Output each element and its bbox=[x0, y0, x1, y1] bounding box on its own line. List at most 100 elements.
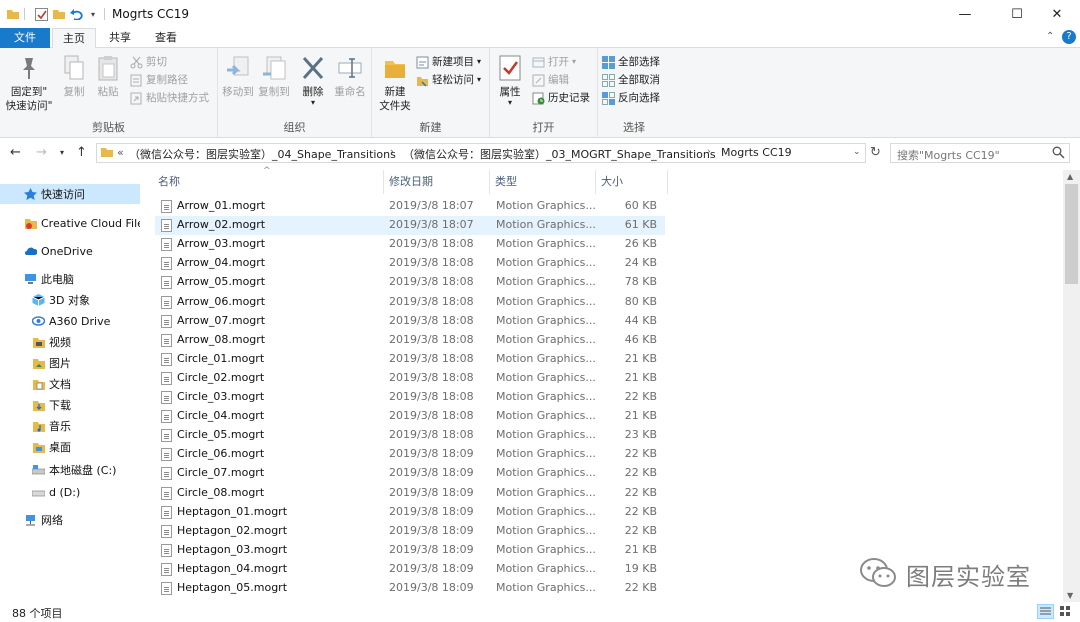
new-folder-button[interactable]: 新建 文件夹 bbox=[376, 54, 414, 113]
group-select: 全部选择 全部取消 反向选择 选择 bbox=[598, 48, 670, 138]
file-row[interactable]: Circle_05.mogrt 2019/3/8 18:08 Motion Grap… bbox=[155, 426, 665, 445]
copy-button[interactable]: 复制 bbox=[58, 54, 90, 99]
file-name: Circle_02.mogrt bbox=[177, 370, 265, 384]
refresh-icon[interactable]: ↻ bbox=[870, 145, 881, 160]
pin-quick-access-button[interactable]: 固定到" 快速访问" bbox=[4, 54, 54, 113]
nav-desktop[interactable]: 桌面 bbox=[0, 437, 140, 457]
file-row[interactable]: Circle_04.mogrt 2019/3/8 18:08 Motion Grap… bbox=[155, 407, 665, 426]
column-header-size[interactable]: 大小 bbox=[601, 173, 623, 189]
file-row[interactable]: Circle_03.mogrt 2019/3/8 18:08 Motion Grap… bbox=[155, 388, 665, 407]
tab-view[interactable]: 查看 bbox=[144, 28, 188, 48]
address-bar[interactable]: « （微信公众号：图层实验室）_04_Shape_Transitions › （… bbox=[96, 143, 866, 163]
rename-button[interactable]: 重命名 bbox=[332, 54, 368, 99]
tab-file[interactable]: 文件 bbox=[0, 28, 50, 48]
select-none-button[interactable]: 全部取消 bbox=[602, 72, 660, 88]
file-row[interactable]: Heptagon_03.mogrt 2019/3/8 18:09 Motion Gr… bbox=[155, 541, 665, 560]
vertical-scrollbar[interactable]: ▲ ▼ bbox=[1063, 170, 1080, 602]
easy-access-button[interactable]: 轻松访问 ▾ bbox=[416, 72, 481, 88]
nav-a360-drive[interactable]: A360 Drive bbox=[0, 311, 140, 331]
tab-home[interactable]: 主页 bbox=[52, 28, 96, 49]
details-view-icon[interactable] bbox=[1037, 604, 1054, 619]
paste-shortcut-button[interactable]: 粘贴快捷方式 bbox=[130, 90, 209, 106]
delete-button[interactable]: 删除 ▾ bbox=[298, 54, 328, 107]
scrollbar-thumb[interactable] bbox=[1065, 184, 1078, 284]
file-row[interactable]: Heptagon_04.mogrt 2019/3/8 18:09 Motion Gr… bbox=[155, 560, 665, 579]
tab-share[interactable]: 共享 bbox=[98, 28, 142, 48]
file-row[interactable]: Circle_02.mogrt 2019/3/8 18:08 Motion Grap… bbox=[155, 369, 665, 388]
breadcrumb-current[interactable]: Mogrts CC19 bbox=[721, 146, 792, 159]
file-row[interactable]: Arrow_05.mogrt 2019/3/8 18:08 Motion Graph… bbox=[155, 273, 665, 292]
file-row[interactable]: Heptagon_05.mogrt 2019/3/8 18:09 Motion Gr… bbox=[155, 579, 665, 598]
copy-to-button[interactable]: 复制到 bbox=[256, 54, 292, 99]
breadcrumb-shape-transitions[interactable]: （微信公众号：图层实验室）_04_Shape_Transitions bbox=[129, 146, 396, 162]
file-row[interactable]: Arrow_04.mogrt 2019/3/8 18:08 Motion Graph… bbox=[155, 254, 665, 273]
collapse-ribbon-icon[interactable]: ⌃ bbox=[1046, 31, 1054, 42]
address-dropdown-icon[interactable]: ⌄ bbox=[853, 147, 861, 157]
forward-arrow-icon[interactable]: → bbox=[36, 145, 47, 160]
recent-locations-icon[interactable]: ▾ bbox=[60, 148, 64, 157]
edit-button[interactable]: 编辑 bbox=[532, 72, 569, 88]
file-date: 2019/3/8 18:08 bbox=[389, 275, 474, 289]
history-button[interactable]: 历史记录 bbox=[532, 90, 590, 106]
nav-onedrive[interactable]: OneDrive bbox=[0, 241, 140, 261]
file-row[interactable]: Arrow_08.mogrt 2019/3/8 18:08 Motion Graph… bbox=[155, 331, 665, 350]
minimize-button[interactable]: — bbox=[942, 0, 988, 28]
file-row[interactable]: Arrow_01.mogrt 2019/3/8 18:07 Motion Graph… bbox=[155, 197, 665, 216]
invert-selection-button[interactable]: 反向选择 bbox=[602, 90, 660, 106]
nav-local-disk-c[interactable]: 本地磁盘 (C:) bbox=[0, 460, 140, 480]
properties-button[interactable]: 属性 ▾ bbox=[494, 54, 526, 107]
breadcrumb-overflow[interactable]: « bbox=[117, 146, 124, 159]
file-row[interactable]: Heptagon_01.mogrt 2019/3/8 18:09 Motion Gr… bbox=[155, 503, 665, 522]
select-all-button[interactable]: 全部选择 bbox=[602, 54, 660, 70]
large-icons-view-icon[interactable] bbox=[1058, 604, 1075, 619]
file-row[interactable]: Arrow_07.mogrt 2019/3/8 18:08 Motion Graph… bbox=[155, 312, 665, 331]
help-icon[interactable]: ? bbox=[1062, 30, 1076, 44]
file-date: 2019/3/8 18:09 bbox=[389, 561, 474, 575]
open-button[interactable]: 打开 ▾ bbox=[532, 54, 576, 70]
scroll-down-icon[interactable]: ▼ bbox=[1067, 591, 1073, 600]
breadcrumb-mogrt-shape-transitions[interactable]: （微信公众号：图层实验室）_03_MOGRT_Shape_Transitions bbox=[403, 146, 716, 162]
search-input[interactable]: 搜索"Mogrts CC19" bbox=[897, 147, 1000, 163]
file-row[interactable]: Arrow_02.mogrt 2019/3/8 18:07 Motion Graph… bbox=[155, 216, 665, 236]
nav-this-pc[interactable]: 此电脑 bbox=[0, 269, 140, 289]
properties-check-icon[interactable] bbox=[34, 6, 48, 22]
file-row[interactable]: Arrow_03.mogrt 2019/3/8 18:08 Motion Graph… bbox=[155, 235, 665, 254]
column-header-name[interactable]: 名称 bbox=[158, 173, 180, 189]
nav-quick-access[interactable]: 快速访问 bbox=[0, 184, 140, 204]
move-to-button[interactable]: 移动到 bbox=[220, 54, 256, 99]
nav-drive-d[interactable]: d (D:) bbox=[0, 482, 140, 502]
qa-dropdown-icon[interactable]: ▾ bbox=[88, 6, 98, 22]
search-box[interactable]: 搜索"Mogrts CC19" bbox=[890, 143, 1070, 163]
column-header-type[interactable]: 类型 bbox=[495, 173, 517, 189]
cut-button[interactable]: 剪切 bbox=[130, 54, 167, 70]
cube-icon bbox=[32, 294, 45, 306]
nav-3d-objects[interactable]: 3D 对象 bbox=[0, 290, 140, 310]
copy-path-button[interactable]: 复制路径 bbox=[130, 72, 188, 88]
nav-downloads[interactable]: 下载 bbox=[0, 395, 140, 415]
copy-label: 复制 bbox=[63, 86, 85, 98]
back-arrow-icon[interactable]: ← bbox=[10, 145, 21, 160]
up-arrow-icon[interactable]: ↑ bbox=[76, 145, 87, 160]
nav-music[interactable]: 音乐 bbox=[0, 416, 140, 436]
new-item-button[interactable]: 新建项目 ▾ bbox=[416, 54, 481, 70]
file-row[interactable]: Circle_08.mogrt 2019/3/8 18:09 Motion Grap… bbox=[155, 484, 665, 503]
file-row[interactable]: Heptagon_02.mogrt 2019/3/8 18:09 Motion Gr… bbox=[155, 522, 665, 541]
file-row[interactable]: Circle_06.mogrt 2019/3/8 18:09 Motion Grap… bbox=[155, 445, 665, 464]
close-button[interactable]: ✕ bbox=[1034, 0, 1080, 28]
nav-network[interactable]: 网络 bbox=[0, 510, 140, 530]
undo-icon[interactable] bbox=[70, 6, 84, 22]
file-row[interactable]: Arrow_06.mogrt 2019/3/8 18:08 Motion Graph… bbox=[155, 293, 665, 312]
file-name: Arrow_01.mogrt bbox=[177, 199, 266, 212]
nav-creative-cloud[interactable]: Creative Cloud Files bbox=[0, 213, 140, 233]
column-header-date[interactable]: 修改日期 bbox=[389, 173, 433, 189]
file-row[interactable]: Circle_01.mogrt 2019/3/8 18:08 Motion Grap… bbox=[155, 350, 665, 369]
file-row[interactable]: Circle_07.mogrt 2019/3/8 18:09 Motion Grap… bbox=[155, 464, 665, 483]
scroll-up-icon[interactable]: ▲ bbox=[1067, 172, 1073, 181]
nav-videos[interactable]: 视频 bbox=[0, 332, 140, 352]
nav-documents[interactable]: 文档 bbox=[0, 374, 140, 394]
pin-label-2: 快速访问" bbox=[5, 100, 53, 112]
file-date: 2019/3/8 18:08 bbox=[389, 256, 474, 270]
new-folder-qa-icon[interactable] bbox=[52, 6, 66, 22]
paste-button[interactable]: 粘贴 bbox=[92, 54, 124, 99]
nav-pictures[interactable]: 图片 bbox=[0, 353, 140, 373]
